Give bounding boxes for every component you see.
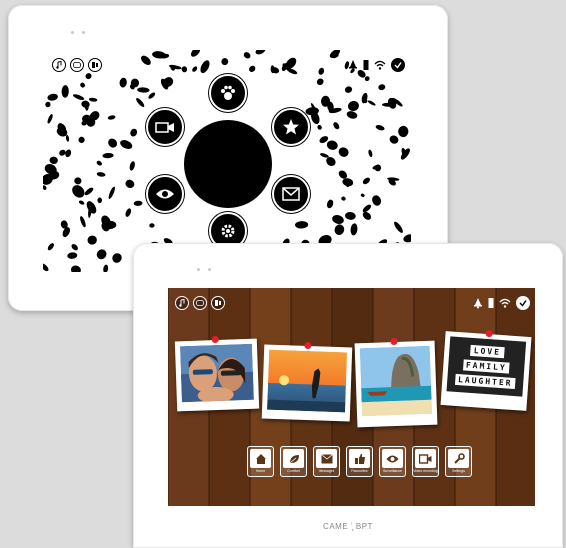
- dock-favourites-button[interactable]: Favourites: [346, 446, 373, 477]
- app-dock: Home Comfort Messages Favourites Surveil…: [247, 446, 472, 477]
- eye-icon[interactable]: [146, 175, 184, 213]
- center-disc: [184, 120, 272, 208]
- status-leds: [71, 31, 85, 34]
- lightbox-word-laughter: LAUGHTER: [454, 373, 516, 390]
- envelope-icon: [320, 453, 333, 463]
- dock-messages-button[interactable]: Messages: [313, 446, 340, 477]
- wifi-icon: [499, 298, 511, 308]
- lightbox-word-love: LOVE: [470, 344, 505, 359]
- photo-selfie[interactable]: [174, 335, 260, 412]
- message-icon[interactable]: [272, 175, 310, 213]
- brand-logo: CAME ʼ̧ BPT: [323, 522, 373, 531]
- front-panel-device: LOVE FAMILY LAUGHTER Home Comfort Messag…: [133, 243, 563, 548]
- music-icon[interactable]: [52, 58, 66, 72]
- intercom-icon[interactable]: [88, 58, 102, 72]
- check-icon[interactable]: [516, 296, 530, 310]
- dock-label: Surveillance: [382, 469, 403, 473]
- dock-label: Messages: [318, 469, 335, 473]
- dock-comfort-button[interactable]: Comfort: [280, 446, 307, 477]
- top-left-icons: [175, 296, 225, 310]
- status-leds: [197, 268, 211, 271]
- dock-label: Video recording: [413, 469, 438, 473]
- dock-video-recording-button[interactable]: Video recording: [412, 446, 439, 477]
- wifi-icon: [374, 60, 386, 70]
- top-right-icons: [473, 296, 530, 310]
- top-right-icons: [348, 58, 405, 72]
- home-icon: [255, 453, 266, 464]
- dock-label: Favourites: [351, 469, 368, 473]
- red-pin: [304, 341, 312, 350]
- bell-icon[interactable]: [473, 297, 483, 309]
- video-icon: [419, 453, 432, 464]
- battery-icon: [488, 298, 494, 308]
- dock-home-button[interactable]: Home: [247, 446, 274, 477]
- dock-label: Comfort: [287, 469, 300, 473]
- top-left-icons: [52, 58, 102, 72]
- thumbs-up-icon: [354, 453, 365, 464]
- dock-label: Home: [255, 469, 266, 473]
- intercom-icon[interactable]: [211, 296, 225, 310]
- red-pin: [211, 335, 219, 344]
- camera-icon[interactable]: [146, 108, 184, 146]
- photo-lightbox[interactable]: LOVE FAMILY LAUGHTER: [440, 329, 532, 411]
- battery-icon: [363, 60, 369, 70]
- photo-sunset[interactable]: [261, 341, 353, 422]
- red-pin: [390, 337, 398, 346]
- leaf-icon: [289, 454, 299, 463]
- dock-surveillance-button[interactable]: Surveillance: [379, 446, 406, 477]
- photo-beach[interactable]: [354, 337, 438, 428]
- back-screen: [43, 50, 411, 272]
- front-screen: LOVE FAMILY LAUGHTER Home Comfort Messag…: [168, 288, 535, 506]
- dock-label: Settings: [452, 469, 465, 473]
- bell-icon[interactable]: [348, 59, 358, 71]
- off-icon[interactable]: [70, 58, 84, 72]
- lightbox-word-family: FAMILY: [462, 359, 511, 374]
- star-icon[interactable]: [272, 108, 310, 146]
- wrench-icon: [453, 452, 465, 464]
- red-pin: [485, 329, 493, 338]
- dock-settings-button[interactable]: Settings: [445, 446, 472, 477]
- music-icon[interactable]: [175, 296, 189, 310]
- eye-icon: [386, 455, 399, 462]
- check-icon[interactable]: [391, 58, 405, 72]
- pet-icon[interactable]: [209, 74, 247, 112]
- off-icon[interactable]: [193, 296, 207, 310]
